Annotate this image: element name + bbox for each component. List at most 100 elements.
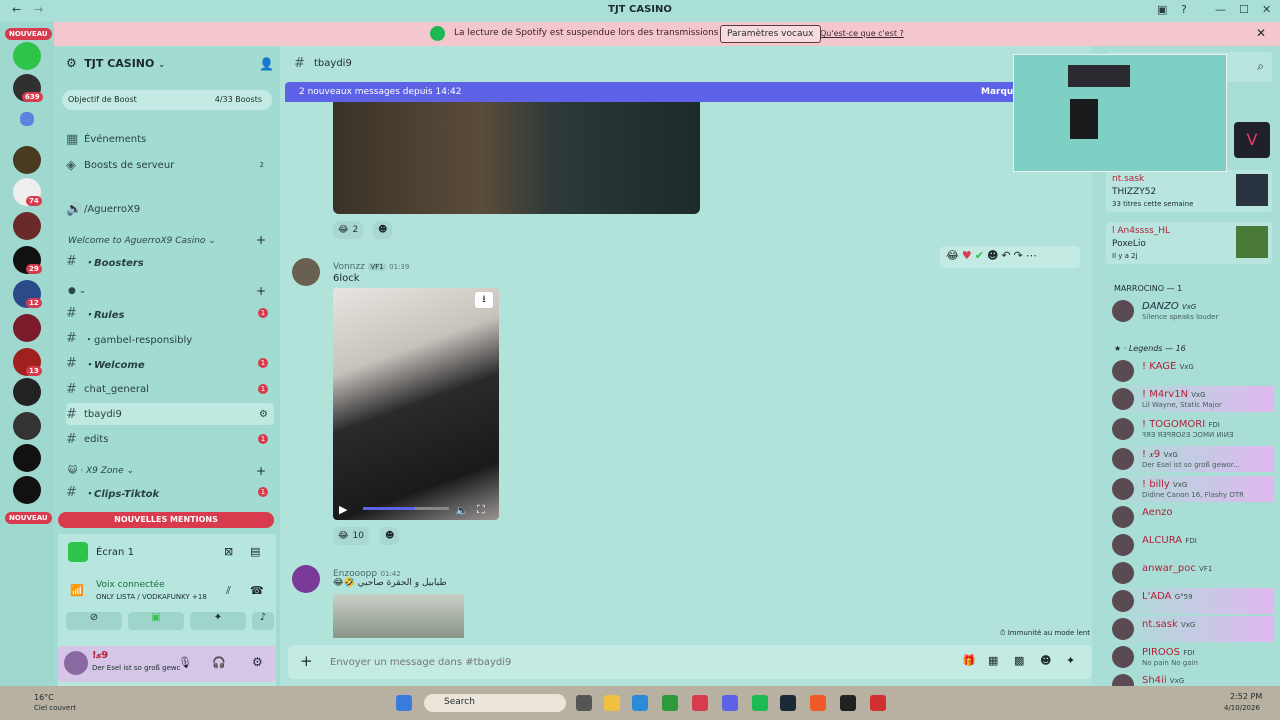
activities-button[interactable]: ✦ xyxy=(190,612,246,630)
new-messages-bar[interactable]: 2 nouveaux messages depuis 14:42 Marque xyxy=(285,82,1025,102)
close-notice-icon[interactable]: ✕ xyxy=(1256,26,1266,40)
edge-icon[interactable] xyxy=(632,695,648,711)
member-item[interactable]: ALCURA FDI xyxy=(1112,532,1274,558)
channel-chat-general[interactable]: # chat_general 1 xyxy=(66,378,274,400)
server-icon-11[interactable] xyxy=(13,444,41,472)
channel-edits[interactable]: # edits 1 xyxy=(66,428,274,450)
channel-gambel-responsibly[interactable]: # ・gambel-responsibly xyxy=(66,327,274,349)
sticker-icon[interactable]: ▩ xyxy=(1014,654,1024,667)
channel-boosters[interactable]: # ・Boosters xyxy=(66,250,274,272)
stop-stream-icon[interactable]: ⊠ xyxy=(224,545,233,558)
task-view-icon[interactable] xyxy=(576,695,592,711)
category-welcome[interactable]: Welcome to AguerroX9 Casino ⌄ xyxy=(68,236,216,246)
activity-card[interactable]: nt.sask THIZZY52 33 titres cette semaine xyxy=(1106,170,1272,212)
category-unnamed[interactable]: ● ⌄ xyxy=(68,286,86,296)
camera-button[interactable]: ⊘ xyxy=(66,612,122,630)
noise-suppression-icon[interactable]: ⫽ xyxy=(226,584,231,598)
member-item[interactable]: anwar_poc VF1 xyxy=(1112,560,1274,586)
reply-icon[interactable]: ↶ xyxy=(1001,249,1013,262)
forward-icon[interactable]: ↷ xyxy=(1014,249,1026,262)
reaction-laugh[interactable]: 😂 10 xyxy=(333,527,369,545)
app-icon[interactable] xyxy=(870,695,886,711)
add-channel-icon[interactable]: + xyxy=(256,464,266,478)
app-icon[interactable] xyxy=(692,695,708,711)
add-channel-icon[interactable]: + xyxy=(256,284,266,298)
weather-desc[interactable]: Ciel couvert xyxy=(34,704,76,712)
clock-time[interactable]: 2:52 PM xyxy=(1230,692,1262,701)
member-item[interactable]: L'ADA G°59 xyxy=(1112,588,1274,614)
member-item[interactable]: PIROOS FDI No pain No gain xyxy=(1112,644,1274,670)
folder-icon[interactable] xyxy=(20,112,34,126)
terminal-icon[interactable] xyxy=(840,695,856,711)
server-icon-7[interactable] xyxy=(13,314,41,342)
clock-date[interactable]: 4/10/2026 xyxy=(1224,704,1260,712)
stream-preview[interactable] xyxy=(1013,54,1227,172)
what-is-this-link[interactable]: Qu'est-ce que c'est ? xyxy=(820,29,904,38)
start-icon[interactable] xyxy=(396,695,412,711)
member-item[interactable]: ! 𝓍9 VxG Der Esel ist so groß gewor... xyxy=(1112,446,1274,472)
voice-room-item[interactable]: 🔊/AguerroX9 xyxy=(66,198,274,220)
events-item[interactable]: ▦ Événements xyxy=(66,128,274,150)
inbox-icon[interactable]: ▣ xyxy=(1157,3,1167,16)
channel-welcome[interactable]: # ・Welcome 1 xyxy=(66,352,274,374)
member-item[interactable]: ! TOGOMORI FDI ꟻЯƎ ЯƎꟼЯOƧƎ ƆOMИ ИIИƎ xyxy=(1112,416,1274,442)
gift-icon[interactable]: 🎁 xyxy=(962,654,976,667)
brave-icon[interactable] xyxy=(810,695,826,711)
server-icon-4[interactable] xyxy=(13,212,41,240)
channel-tbaydi9[interactable]: # tbaydi9 ⚙ xyxy=(66,403,274,425)
play-icon[interactable]: ▶ xyxy=(339,503,347,516)
invite-icon[interactable]: 👤 xyxy=(259,57,274,71)
channel-rules[interactable]: # ・Rules 1 xyxy=(66,302,274,324)
volume-icon[interactable]: 🔈 xyxy=(455,504,469,517)
download-icon[interactable]: ⭳ xyxy=(475,292,493,308)
server-boosts-item[interactable]: ◈ Boosts de serveur 2 xyxy=(66,154,274,176)
boost-goal-bar[interactable]: Objectif de Boost 4/33 Boosts xyxy=(62,90,272,110)
disconnect-icon[interactable]: ☎ xyxy=(250,584,264,597)
avatar[interactable] xyxy=(292,258,320,286)
heart-icon[interactable]: ♥ xyxy=(962,249,975,262)
avatar[interactable] xyxy=(292,565,320,593)
member-item[interactable]: Aenzo xyxy=(1112,504,1274,530)
channel-clips-tiktok[interactable]: # ・Clips-Tiktok 1 xyxy=(66,481,274,503)
add-reaction-button[interactable]: ☻ xyxy=(380,527,400,545)
close-window-icon[interactable]: ✕ xyxy=(1262,3,1271,16)
user-settings-icon[interactable]: ⚙ xyxy=(252,655,263,669)
message-action-bar[interactable]: 😂♥✔☻↶↷⋯ xyxy=(940,246,1080,268)
server-icon-k[interactable] xyxy=(13,42,41,70)
video-progress[interactable] xyxy=(363,507,449,510)
apps-icon[interactable]: ✦ xyxy=(1066,654,1075,667)
steam-icon[interactable] xyxy=(780,695,796,711)
member-item[interactable]: ! KAGE VxG xyxy=(1112,358,1274,384)
channel-settings-icon[interactable]: ⚙ xyxy=(259,409,268,420)
app-logo[interactable]: V xyxy=(1234,122,1270,158)
laugh-emoji-icon[interactable]: 😂 xyxy=(946,249,962,262)
add-channel-icon[interactable]: + xyxy=(256,233,266,247)
new-mentions-button[interactable]: NOUVELLES MENTIONS xyxy=(58,512,274,528)
file-explorer-icon[interactable] xyxy=(604,695,620,711)
avatar[interactable] xyxy=(64,651,88,675)
spotify-icon[interactable] xyxy=(752,695,768,711)
headphones-icon[interactable]: 🎧 xyxy=(212,656,226,669)
discord-icon[interactable] xyxy=(722,695,738,711)
gif-icon[interactable]: ▦ xyxy=(988,654,998,667)
add-reaction-button[interactable]: ☻ xyxy=(373,221,393,239)
video-attachment[interactable]: ⭳ ▶ 🔈 ⛶ xyxy=(333,288,499,520)
minimize-icon[interactable]: — xyxy=(1215,3,1226,16)
server-icon-12[interactable] xyxy=(13,476,41,504)
more-icon[interactable]: ⋯ xyxy=(1026,249,1040,262)
add-reaction-icon[interactable]: ☻ xyxy=(987,249,1001,262)
check-icon[interactable]: ✔ xyxy=(975,249,987,262)
video-attachment[interactable] xyxy=(333,102,700,214)
reaction-laugh[interactable]: 😂 2 xyxy=(333,221,364,239)
server-icon-3[interactable] xyxy=(13,146,41,174)
weather-temp[interactable]: 16°C xyxy=(34,693,54,702)
screen-share-button[interactable]: ▣ xyxy=(128,612,184,630)
microphone-icon[interactable]: 🎙 xyxy=(178,656,192,669)
server-icon-10[interactable] xyxy=(13,412,41,440)
member-item[interactable]: ! billy VxG Didine Canon 16, Flashy OTR xyxy=(1112,476,1274,502)
member-item[interactable]: nt.sask VxG xyxy=(1112,616,1274,642)
image-attachment[interactable] xyxy=(333,594,464,638)
maximize-icon[interactable]: ☐ xyxy=(1239,3,1249,16)
voice-settings-button[interactable]: Paramètres vocaux xyxy=(720,25,821,43)
activity-card[interactable]: l An4ssss_HL PoxeLio Il y a 2j xyxy=(1106,222,1272,264)
